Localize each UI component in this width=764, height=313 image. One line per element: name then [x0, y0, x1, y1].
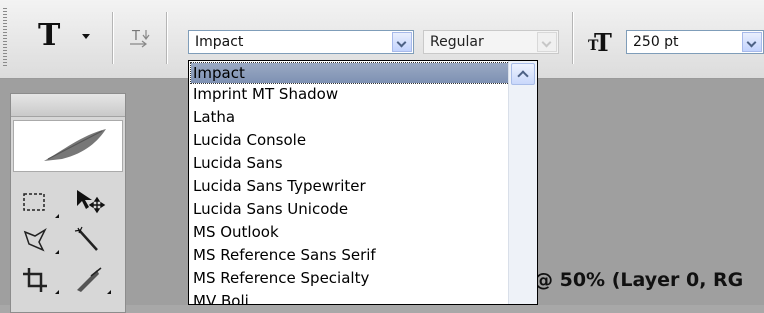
- font-size-icon: TT: [588, 28, 612, 57]
- font-family-dropdown-list[interactable]: Impact Imprint MT Shadow Latha Lucida Conso…: [188, 60, 538, 305]
- font-list-item[interactable]: Imprint MT Shadow: [189, 83, 537, 106]
- font-list-item[interactable]: MS Outlook: [189, 221, 537, 244]
- font-list-item[interactable]: MS Reference Specialty: [189, 267, 537, 290]
- tools-panel: [10, 93, 126, 313]
- font-list-item[interactable]: MS Reference Sans Serif: [189, 244, 537, 267]
- list-scrollbar[interactable]: [508, 61, 537, 304]
- type-tool-icon: T: [38, 18, 61, 53]
- font-family-value: Impact: [195, 34, 244, 50]
- font-list-item[interactable]: Lucida Console: [189, 129, 537, 152]
- font-style-dropdown-button[interactable]: [537, 32, 557, 52]
- font-size-value: 250 pt: [633, 34, 679, 50]
- scroll-up-button[interactable]: [511, 63, 535, 85]
- font-style-value: Regular: [430, 34, 484, 50]
- font-family-select[interactable]: Impact: [188, 30, 414, 54]
- font-list: Impact Imprint MT Shadow Latha Lucida Conso…: [189, 62, 537, 304]
- divider: [166, 12, 167, 64]
- document-window-title[interactable]: @ 50% (Layer 0, RG: [534, 269, 743, 291]
- app-logo-panel[interactable]: [13, 120, 123, 172]
- text-orientation-toggle-icon[interactable]: T: [128, 26, 150, 52]
- marquee-tool-icon[interactable]: [21, 190, 61, 220]
- font-style-select[interactable]: Regular: [423, 30, 559, 54]
- font-list-item[interactable]: MV Boli: [189, 290, 537, 304]
- svg-text:T: T: [131, 29, 140, 44]
- tool-preset-picker[interactable]: T: [30, 18, 98, 60]
- font-list-item[interactable]: Lucida Sans Typewriter: [189, 175, 537, 198]
- crop-tool-icon[interactable]: [21, 266, 61, 296]
- divider: [572, 12, 573, 64]
- divider: [112, 12, 113, 64]
- feather-logo-icon: [44, 129, 106, 161]
- chevron-down-icon: [82, 34, 90, 39]
- font-list-item[interactable]: Lucida Sans Unicode: [189, 198, 537, 221]
- options-bar-grip[interactable]: [3, 8, 7, 68]
- tools-panel-header[interactable]: [11, 94, 125, 117]
- font-list-item[interactable]: Latha: [189, 106, 537, 129]
- magic-wand-icon[interactable]: [73, 226, 113, 256]
- font-list-item[interactable]: Impact: [190, 62, 536, 84]
- font-family-dropdown-button[interactable]: [392, 32, 412, 52]
- slice-tool-icon[interactable]: [73, 266, 113, 296]
- font-list-item[interactable]: Lucida Sans: [189, 152, 537, 175]
- lasso-tool-icon[interactable]: [21, 226, 61, 256]
- font-size-select[interactable]: 250 pt: [626, 30, 764, 54]
- font-size-dropdown-button[interactable]: [742, 32, 762, 52]
- move-tool-icon[interactable]: [73, 186, 113, 216]
